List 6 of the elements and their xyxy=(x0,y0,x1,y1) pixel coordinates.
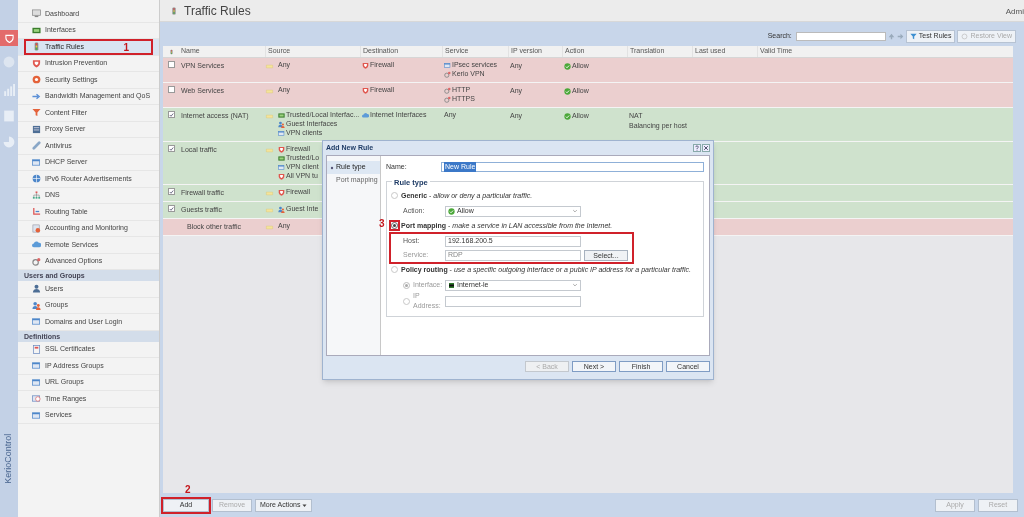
annotation-number: 1 xyxy=(123,43,129,53)
page-title: Traffic Rules xyxy=(184,2,251,20)
annotation-number: 2 xyxy=(185,484,191,495)
user-label: Admi xyxy=(1005,6,1024,18)
brand-label: KerioControl xyxy=(2,432,15,484)
annotation-number: 3 xyxy=(379,219,385,229)
